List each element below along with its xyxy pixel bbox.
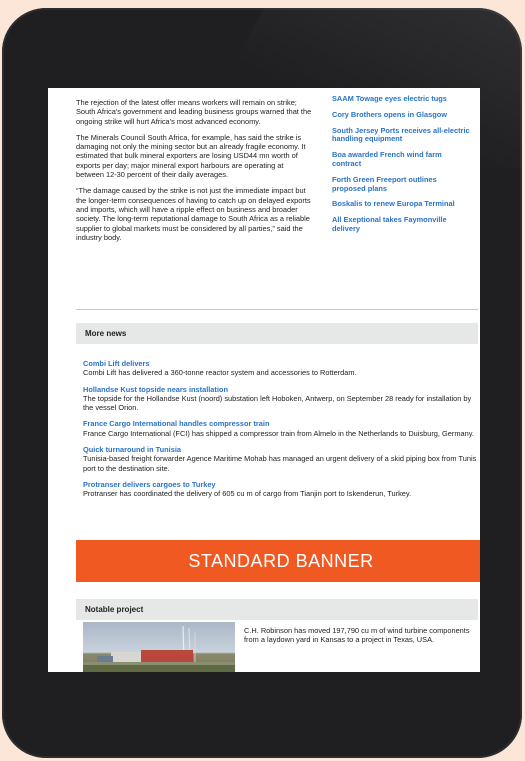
article-body: The rejection of the latest offer means …	[76, 98, 312, 249]
news-item: Quick turnaround in Tunisia Tunisia-base…	[83, 445, 477, 473]
web-page[interactable]: The rejection of the latest offer means …	[48, 88, 480, 672]
related-link[interactable]: South Jersey Ports receives all-electric…	[332, 126, 472, 145]
news-item-title[interactable]: Protranser delivers cargoes to Turkey	[83, 480, 477, 489]
standard-banner-ad[interactable]: STANDARD BANNER	[76, 540, 480, 582]
article-paragraph: The rejection of the latest offer means …	[76, 98, 312, 126]
tablet-device: The rejection of the latest offer means …	[2, 8, 522, 758]
related-link[interactable]: SAAM Towage eyes electric tugs	[332, 94, 472, 104]
news-item-body: Protranser has coordinated the delivery …	[83, 489, 412, 499]
news-item: Protranser delivers cargoes to Turkey Pr…	[83, 480, 477, 499]
news-item-body: Combi Lift has delivered a 360-tonne rea…	[83, 368, 357, 378]
more-news-list: Combi Lift delivers Combi Lift has deliv…	[83, 359, 477, 506]
news-item-title[interactable]: France Cargo International handles compr…	[83, 419, 477, 428]
related-links: SAAM Towage eyes electric tugs Cory Brot…	[332, 94, 472, 241]
news-item-title[interactable]: Hollandse Kust topside nears installatio…	[83, 385, 477, 394]
related-link[interactable]: Boskalis to renew Europa Terminal	[332, 200, 472, 209]
news-item: Hollandse Kust topside nears installatio…	[83, 385, 477, 413]
news-item-title[interactable]: Combi Lift delivers	[83, 359, 477, 368]
news-item-body: The topside for the Hollandse Kust (noor…	[83, 393, 472, 413]
article-paragraph: “The damage caused by the strike is not …	[76, 186, 311, 242]
news-item-title[interactable]: Quick turnaround in Tunisia	[83, 445, 477, 454]
news-item: France Cargo International handles compr…	[83, 419, 477, 438]
news-item-body: Tunisia-based freight forwarder Agence M…	[83, 454, 477, 473]
related-link[interactable]: Cory Brothers opens in Glasgow	[332, 110, 472, 120]
wind-turbine-truck-photo	[83, 625, 235, 672]
news-item: Combi Lift delivers Combi Lift has deliv…	[83, 359, 477, 378]
notable-project-image[interactable]	[83, 622, 235, 672]
article-section: The rejection of the latest offer means …	[48, 88, 480, 286]
related-link[interactable]: Forth Green Freeport outlines proposed p…	[332, 175, 472, 194]
notable-project-heading: Notable project	[76, 599, 478, 620]
related-link[interactable]: All Exeptional takes Faymonville deliver…	[332, 215, 472, 234]
related-link[interactable]: Boa awarded French wind farm contract	[332, 150, 472, 169]
more-news-heading: More news	[76, 323, 478, 344]
news-item-body: France Cargo International (FCI) has shi…	[83, 428, 474, 438]
notable-project-text: C.H. Robinson has moved 197,790 cu m of …	[244, 626, 470, 645]
article-paragraph: The Minerals Council South Africa, for e…	[76, 132, 306, 180]
section-divider	[76, 309, 478, 310]
